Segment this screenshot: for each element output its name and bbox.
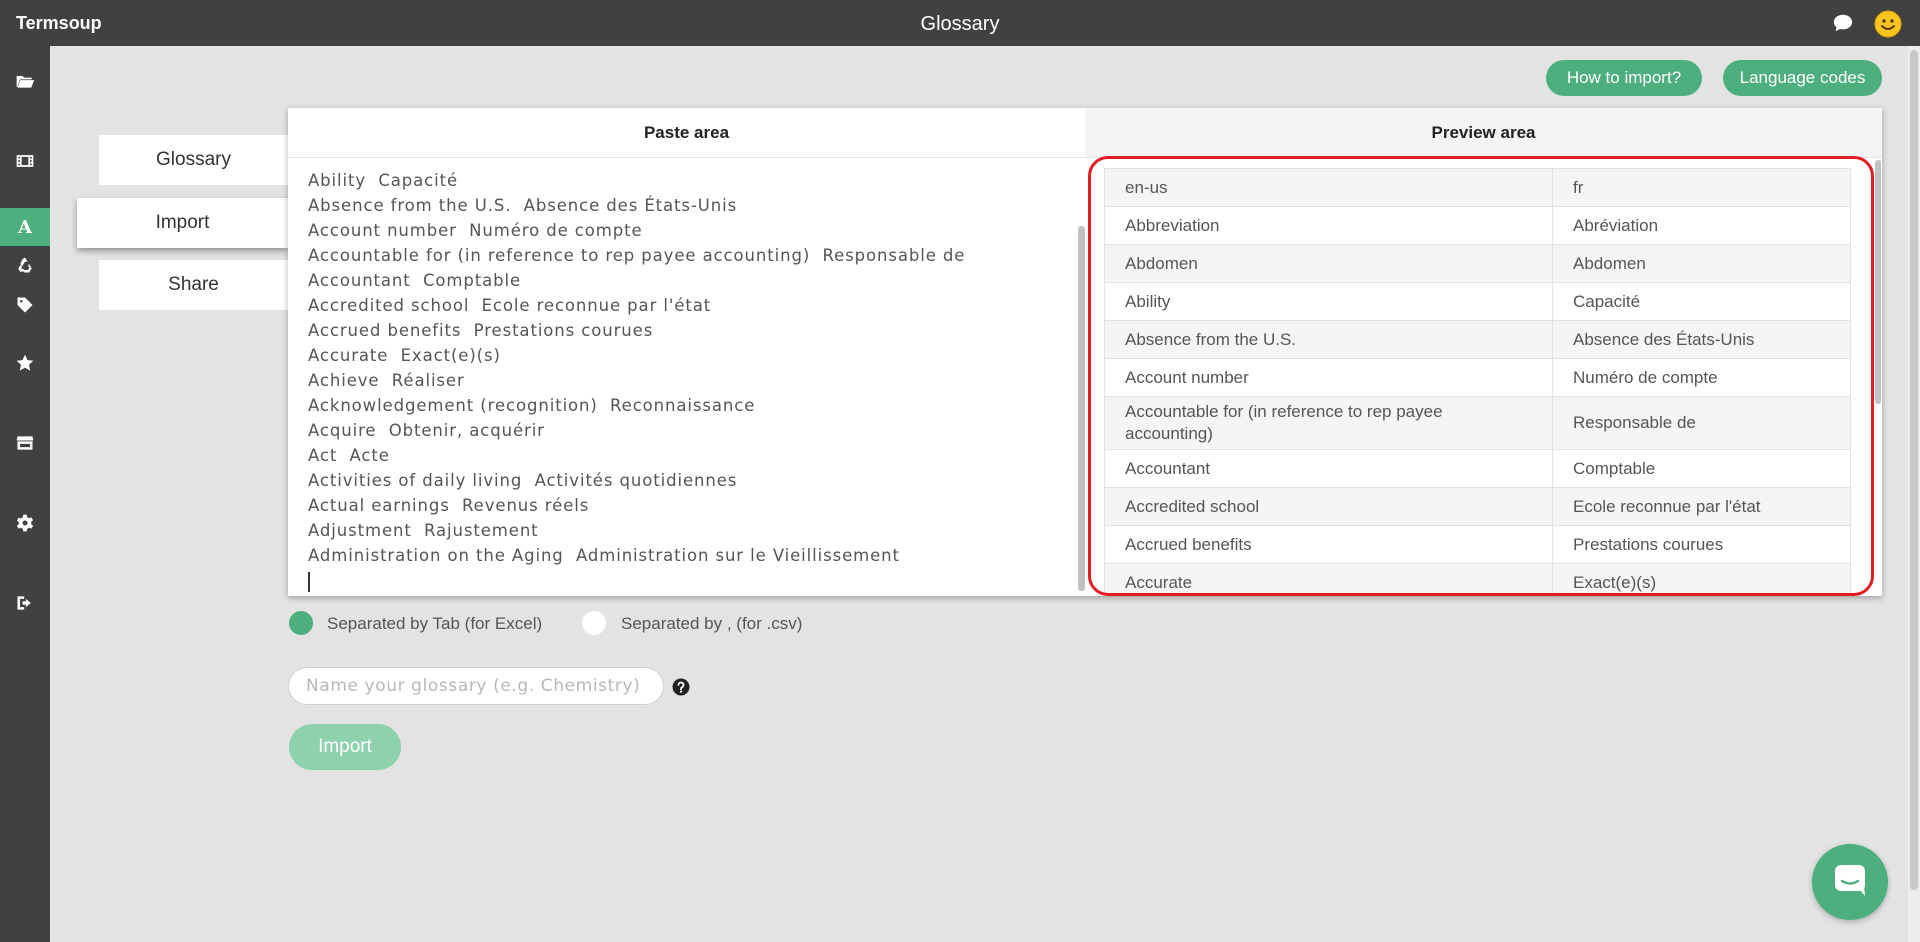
tab-import[interactable]: Import: [77, 198, 288, 248]
paste-line: Acquire Obtenir, acquérir: [308, 421, 545, 440]
preview-row: en-us fr: [1104, 168, 1851, 207]
preview-row: Accredited school Ecole reconnue par l'ét…: [1104, 487, 1851, 526]
preview-cell-target: Responsable de: [1552, 396, 1851, 450]
page-title: Glossary: [920, 13, 1000, 35]
how-to-import-button[interactable]: How to import?: [1546, 60, 1702, 96]
help-circle-icon[interactable]: [672, 678, 690, 696]
paste-area-textarea[interactable]: Ability Capacité Absence from the U.S. Ab…: [288, 158, 1085, 596]
sidebar-item-tags[interactable]: [0, 288, 50, 326]
glossary-name-input[interactable]: [288, 667, 664, 705]
preview-area-header: Preview area: [1085, 108, 1882, 158]
preview-row: Accurate Exact(e)(s): [1104, 563, 1851, 596]
preview-cell-target: Numéro de compte: [1552, 358, 1851, 397]
language-codes-button[interactable]: Language codes: [1723, 60, 1882, 96]
preview-cell-target: Absence des États-Unis: [1552, 320, 1851, 359]
tab-share[interactable]: Share: [99, 260, 288, 310]
preview-cell-target: Capacité: [1552, 282, 1851, 321]
sidebar: A: [0, 46, 50, 942]
preview-cell-source: Ability: [1104, 282, 1553, 321]
preview-row: Account number Numéro de compte: [1104, 358, 1851, 397]
preview-cell-target: Abdomen: [1552, 244, 1851, 283]
paste-line: Act Acte: [308, 446, 390, 465]
film-icon: [15, 151, 35, 176]
preview-cell-target: Exact(e)(s): [1552, 563, 1851, 596]
preview-cell-target: Ecole reconnue par l'état: [1552, 487, 1851, 526]
sign-out-icon: [15, 593, 35, 618]
support-chat-button[interactable]: [1812, 844, 1888, 920]
sidebar-item-settings[interactable]: [0, 506, 50, 544]
chat-icon[interactable]: [1832, 12, 1854, 34]
paste-line: Administration on the Aging Administrati…: [308, 546, 900, 565]
preview-table: en-us fr Abbreviation Abréviation Abdomen Abd…: [1104, 168, 1851, 596]
preview-area-scrollbar[interactable]: [1875, 160, 1881, 404]
window-scrollbar[interactable]: [1908, 46, 1920, 942]
tab-glossary[interactable]: Glossary: [99, 135, 288, 185]
paste-line: Account number Numéro de compte: [308, 221, 643, 240]
message-icon: [1831, 861, 1869, 904]
preview-cell-source: en-us: [1104, 168, 1553, 207]
paste-line: Activities of daily living Activités quo…: [308, 471, 738, 490]
preview-row: Abbreviation Abréviation: [1104, 206, 1851, 245]
paste-line: Accredited school Ecole reconnue par l'é…: [308, 296, 712, 315]
preview-area: en-us fr Abbreviation Abréviation Abdomen Abd…: [1085, 158, 1882, 596]
preview-cell-target: fr: [1552, 168, 1851, 207]
sidebar-item-store[interactable]: [0, 426, 50, 464]
separator-tab-radio[interactable]: [289, 611, 313, 635]
window-scrollbar-thumb[interactable]: [1910, 50, 1918, 890]
paste-line: Ability Capacité: [308, 171, 459, 190]
paste-line: Accurate Exact(e)(s): [308, 346, 501, 365]
preview-cell-source: Abdomen: [1104, 244, 1553, 283]
preview-cell-source: Accredited school: [1104, 487, 1553, 526]
preview-cell-target: Abréviation: [1552, 206, 1851, 245]
sidebar-item-recycle[interactable]: [0, 248, 50, 286]
paste-line: Adjustment Rajustement: [308, 521, 539, 540]
paste-line: Acknowledgement (recognition) Reconnaiss…: [308, 396, 756, 415]
paste-line: Accountable for (in reference to rep pay…: [308, 246, 966, 265]
sidebar-item-favorites[interactable]: [0, 346, 50, 384]
preview-row: Absence from the U.S. Absence des États-U…: [1104, 320, 1851, 359]
glossary-a-icon: A: [18, 216, 32, 238]
paste-line: Accrued benefits Prestations courues: [308, 321, 654, 340]
paste-line: Absence from the U.S. Absence des États-…: [308, 196, 738, 215]
paste-line: Actual earnings Revenus réels: [308, 496, 590, 515]
tag-icon: [15, 295, 35, 320]
paste-line: Accountant Comptable: [308, 271, 522, 290]
sidebar-item-projects[interactable]: [0, 64, 50, 102]
separator-tab-label[interactable]: Separated by Tab (for Excel): [327, 614, 542, 634]
preview-cell-source: Absence from the U.S.: [1104, 320, 1553, 359]
import-panel: Paste area Preview area Ability Capacité…: [288, 108, 1882, 596]
preview-cell-target: Comptable: [1552, 449, 1851, 488]
paste-area-scrollbar[interactable]: [1078, 226, 1085, 591]
preview-cell-source: Accountant: [1104, 449, 1553, 488]
folder-open-icon: [15, 71, 35, 96]
paste-area-header: Paste area: [288, 108, 1085, 158]
preview-cell-source: Accurate: [1104, 563, 1553, 596]
text-caret: [308, 571, 310, 592]
smiley-avatar-icon[interactable]: [1874, 10, 1902, 38]
preview-cell-source: Accountable for (in reference to rep pay…: [1104, 396, 1553, 450]
preview-cell-source: Abbreviation: [1104, 206, 1553, 245]
store-icon: [15, 433, 35, 458]
sidebar-item-media[interactable]: [0, 144, 50, 182]
paste-line: Achieve Réaliser: [308, 371, 465, 390]
preview-row: Ability Capacité: [1104, 282, 1851, 321]
preview-row: Accountable for (in reference to rep pay…: [1104, 396, 1851, 450]
import-button[interactable]: Import: [289, 724, 401, 770]
preview-row: Accountant Comptable: [1104, 449, 1851, 488]
gear-icon: [15, 513, 35, 538]
preview-cell-target: Prestations courues: [1552, 525, 1851, 564]
sidebar-item-sign-out[interactable]: [0, 586, 50, 624]
paste-line: [308, 568, 1065, 593]
sidebar-item-glossary[interactable]: A: [0, 208, 50, 246]
preview-row: Abdomen Abdomen: [1104, 244, 1851, 283]
recycle-icon: [15, 255, 35, 280]
star-icon: [15, 353, 35, 378]
preview-row: Accrued benefits Prestations courues: [1104, 525, 1851, 564]
preview-cell-source: Accrued benefits: [1104, 525, 1553, 564]
separator-comma-radio[interactable]: [582, 611, 606, 635]
top-bar: Termsoup Glossary: [0, 0, 1920, 46]
preview-cell-source: Account number: [1104, 358, 1553, 397]
separator-comma-label[interactable]: Separated by , (for .csv): [621, 614, 802, 634]
